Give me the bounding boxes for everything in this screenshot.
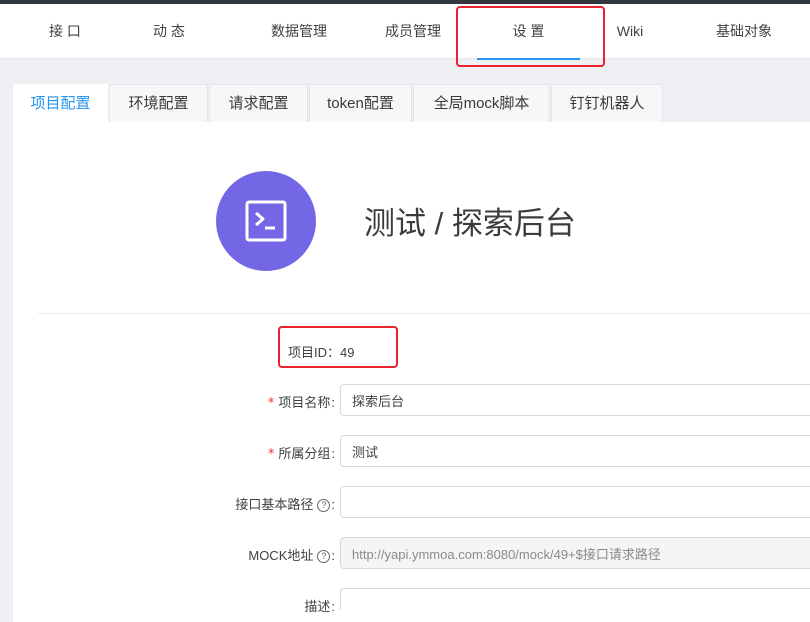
tab-env-config[interactable]: 环境配置 (109, 84, 208, 122)
active-tab-underline (477, 58, 580, 60)
tab-token-config[interactable]: token配置 (309, 84, 412, 122)
project-group-label: * 所属分组: (267, 446, 335, 462)
project-id-label: 项目ID： (288, 345, 341, 360)
section-divider (38, 313, 810, 314)
nav-item-interface[interactable]: 接 口 (20, 4, 110, 58)
nav-item-settings[interactable]: 设 置 (477, 4, 580, 58)
nav-item-wiki[interactable]: Wiki (600, 4, 660, 58)
project-id-row: 项目ID：49 (288, 342, 354, 361)
description-label: 描述: (304, 599, 335, 614)
project-avatar[interactable] (216, 171, 316, 271)
nav-item-data-management[interactable]: 数据管理 (240, 4, 358, 58)
project-group-select[interactable] (340, 435, 810, 467)
tab-project-config[interactable]: 项目配置 (13, 84, 108, 122)
nav-item-base-objects[interactable]: 基础对象 (700, 4, 788, 58)
mock-url-label: MOCK地址?: (248, 548, 335, 563)
tab-global-mock-script[interactable]: 全局mock脚本 (413, 84, 550, 122)
basepath-input[interactable] (340, 486, 810, 518)
basepath-label: 接口基本路径?: (235, 497, 335, 512)
project-name-label: * 项目名称: (267, 395, 335, 411)
project-nav: 接 口 动 态 数据管理 成员管理 设 置 Wiki 基础对象 (0, 4, 810, 60)
mock-url-input (340, 537, 810, 569)
nav-item-activity[interactable]: 动 态 (124, 4, 214, 58)
tab-dingtalk-robot[interactable]: 钉钉机器人 (551, 84, 663, 122)
nav-item-member-management[interactable]: 成员管理 (360, 4, 466, 58)
question-circle-icon[interactable]: ? (317, 550, 331, 563)
question-circle-icon[interactable]: ? (317, 499, 331, 512)
description-textarea[interactable] (340, 588, 810, 610)
terminal-icon (245, 200, 287, 242)
project-title: 测试 / 探索后台 (364, 206, 576, 241)
project-id-value: 49 (340, 345, 355, 360)
tab-request-config[interactable]: 请求配置 (209, 84, 308, 122)
project-name-input[interactable] (340, 384, 810, 416)
